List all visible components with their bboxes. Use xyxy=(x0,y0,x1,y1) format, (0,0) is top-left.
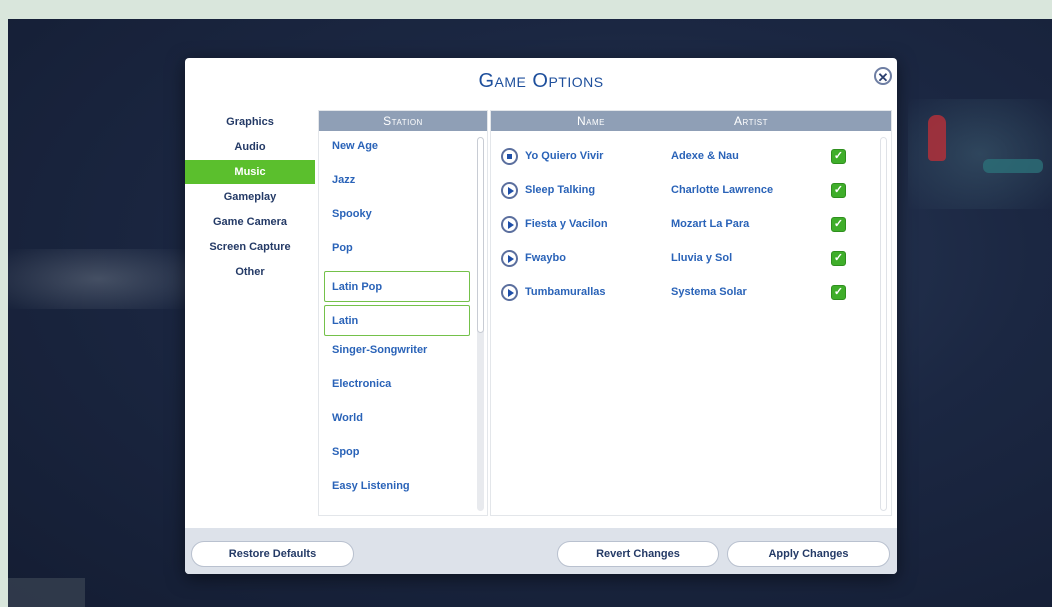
song-row: Sleep Talking Charlotte Lawrence ✓ xyxy=(491,180,881,204)
nav-item-gameplay[interactable]: Gameplay xyxy=(185,185,315,209)
background-object xyxy=(983,159,1043,173)
song-name: Fiesta y Vacilon xyxy=(525,218,608,230)
stop-icon[interactable] xyxy=(501,148,518,165)
songs-panel: Name Artist Yo Quiero Vivir Adexe & Nau … xyxy=(490,110,892,516)
song-artist: Adexe & Nau xyxy=(671,150,739,162)
station-item[interactable]: Jazz xyxy=(324,169,470,200)
name-column-header: Name xyxy=(576,114,605,128)
song-enabled-checkbox[interactable]: ✓ xyxy=(831,149,846,164)
station-item[interactable]: Pop xyxy=(324,237,470,268)
song-row: Fwaybo Lluvia y Sol ✓ xyxy=(491,248,881,272)
nav-item-game-camera[interactable]: Game Camera xyxy=(185,210,315,234)
song-artist: Lluvia y Sol xyxy=(671,252,733,264)
background-object xyxy=(928,115,946,161)
background-scenery xyxy=(8,249,188,309)
song-row: Tumbamurallas Systema Solar ✓ xyxy=(491,282,881,306)
station-item[interactable]: Latin xyxy=(324,305,470,336)
play-icon[interactable] xyxy=(501,216,518,233)
nav-item-other[interactable]: Other xyxy=(185,260,315,284)
songs-scrollbar[interactable] xyxy=(880,137,887,511)
dialog-footer: Restore Defaults Revert Changes Apply Ch… xyxy=(185,528,897,574)
song-row: Fiesta y Vacilon Mozart La Para ✓ xyxy=(491,214,881,238)
restore-defaults-button[interactable]: Restore Defaults xyxy=(191,541,354,567)
song-name: Fwaybo xyxy=(525,252,566,264)
song-name: Tumbamurallas xyxy=(525,286,606,298)
station-item[interactable]: Latin Pop xyxy=(324,271,470,302)
station-scrollbar[interactable] xyxy=(477,137,484,511)
background-corner xyxy=(8,578,85,607)
nav-item-graphics[interactable]: Graphics xyxy=(185,110,315,134)
station-item[interactable]: World xyxy=(324,407,470,438)
play-icon[interactable] xyxy=(501,284,518,301)
station-scrollbar-thumb[interactable] xyxy=(477,137,484,333)
nav-item-screen-capture[interactable]: Screen Capture xyxy=(185,235,315,259)
station-item[interactable]: Spop xyxy=(324,441,470,472)
song-artist: Systema Solar xyxy=(671,286,747,298)
game-options-dialog: Game Options ✕ Graphics Audio Music Game… xyxy=(185,58,897,574)
station-list: New Age Jazz Spooky Pop Latin Pop Latin … xyxy=(324,135,470,509)
dialog-title: Game Options xyxy=(478,70,604,92)
songs-header: Name Artist xyxy=(491,111,891,131)
song-row: Yo Quiero Vivir Adexe & Nau ✓ xyxy=(491,146,881,170)
options-nav: Graphics Audio Music Gameplay Game Camer… xyxy=(185,110,315,285)
station-header: Station xyxy=(319,111,487,131)
station-item[interactable]: Easy Listening xyxy=(324,475,470,506)
song-artist: Mozart La Para xyxy=(671,218,750,230)
play-icon[interactable] xyxy=(501,182,518,199)
play-icon[interactable] xyxy=(501,250,518,267)
song-enabled-checkbox[interactable]: ✓ xyxy=(831,285,846,300)
station-item[interactable]: Spooky xyxy=(324,203,470,234)
song-enabled-checkbox[interactable]: ✓ xyxy=(831,251,846,266)
song-name: Yo Quiero Vivir xyxy=(525,150,604,162)
song-name: Sleep Talking xyxy=(525,184,596,196)
close-icon[interactable]: ✕ xyxy=(874,67,892,85)
song-enabled-checkbox[interactable]: ✓ xyxy=(831,183,846,198)
station-item[interactable]: Electronica xyxy=(324,373,470,404)
song-artist: Charlotte Lawrence xyxy=(671,184,774,196)
station-item[interactable]: New Age xyxy=(324,135,470,166)
nav-item-audio[interactable]: Audio xyxy=(185,135,315,159)
artist-column-header: Artist xyxy=(734,114,768,128)
nav-item-music[interactable]: Music xyxy=(185,160,315,184)
song-enabled-checkbox[interactable]: ✓ xyxy=(831,217,846,232)
apply-changes-button[interactable]: Apply Changes xyxy=(727,541,890,567)
station-panel: Station New Age Jazz Spooky Pop Latin Po… xyxy=(318,110,488,516)
revert-changes-button[interactable]: Revert Changes xyxy=(557,541,719,567)
station-item[interactable]: Singer-Songwriter xyxy=(324,339,470,370)
